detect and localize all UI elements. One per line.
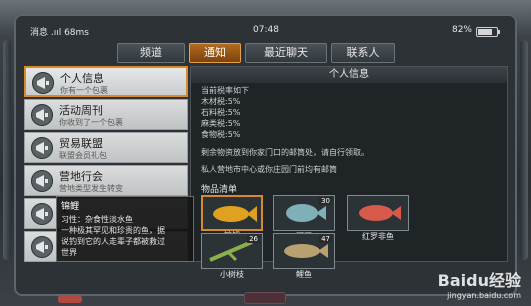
list-item-weekly-events[interactable]: 活动周刊 你收到了一个包裹 [24, 99, 188, 130]
tab-bar: 频道 通知 最近聊天 联系人 [117, 43, 395, 63]
list-item-subtitle: 营地类型发生转变 [59, 184, 123, 193]
tab-recent-chat[interactable]: 最近聊天 [245, 43, 327, 63]
list-item-subtitle: 你有一个包裹 [60, 86, 108, 95]
tooltip-line: 说钓到它的人走辈子都被救过 [61, 237, 165, 246]
red-tilapia-icon [359, 205, 401, 221]
item-slot-pufferfish[interactable]: 30 河豚 [273, 195, 335, 241]
message-line: 剩余物资放到你家门口的邮筒处，请自行领取。 [201, 148, 369, 157]
tooltip-line: 一种极其罕见和珍贵的鱼，据 [61, 226, 165, 235]
panel-body: 当前税率如下 木材税:5% 石料税:5% 麻类税:5% 食物税:5% 剩余物资放… [201, 85, 497, 195]
item-count: 30 [319, 197, 332, 205]
megaphone-icon [31, 137, 53, 159]
battery-icon [476, 27, 500, 37]
tooltip-line: 习性：杂食性淡水鱼 [61, 215, 133, 224]
back-button[interactable] [58, 295, 82, 303]
status-time: 07:48 [253, 25, 279, 35]
item-slot-red-tilapia[interactable]: 红罗非鱼 [347, 195, 409, 241]
tooltip-title: 锦鲤 [61, 202, 80, 212]
megaphone-icon [31, 104, 53, 126]
list-item-trade-alliance[interactable]: 贸易联盟 联盟会员礼包 [24, 132, 188, 163]
tax-line: 木材税:5% [201, 97, 241, 106]
tooltip-line: 世界 [61, 248, 77, 257]
tab-notification[interactable]: 通知 [189, 43, 241, 63]
item-name: 红罗非鱼 [362, 232, 394, 241]
item-grid: 锦鲤 30 河豚 红罗非鱼 26 小树枝 47 [201, 195, 501, 279]
list-item-subtitle: 你收到了一个包裹 [59, 118, 123, 127]
list-item-title: 营地行会 [59, 170, 103, 183]
list-item-title: 个人信息 [60, 72, 104, 85]
megaphone-icon [31, 203, 53, 225]
list-item-title: 贸易联盟 [59, 137, 103, 150]
frame-left-edge [3, 40, 11, 260]
item-count: 26 [247, 235, 260, 243]
status-bar: 消息 .ııl 68ms 07:48 82% [24, 24, 508, 38]
watermark-brand: Baidu经验 [437, 271, 521, 290]
tax-line: 石料税:5% [201, 108, 241, 117]
item-slot-koi[interactable]: 锦鲤 [201, 195, 263, 240]
koi-fish-icon [213, 206, 257, 222]
watermark: Baidu经验 jingyan.baidu.com [438, 267, 521, 300]
frame-right-edge [520, 40, 528, 260]
list-item-personal-info[interactable]: 个人信息 你有一个包裹 [24, 66, 188, 97]
panel-title: 个人信息 [191, 67, 507, 83]
list-item-camp-guild[interactable]: 营地行会 营地类型发生转变 [24, 165, 188, 196]
home-button[interactable] [244, 292, 286, 304]
item-slot-carp[interactable]: 47 鲤鱼 [273, 233, 335, 279]
message-line: 私人营地市中心或你庄园门前均有邮筒 [201, 165, 337, 174]
message-panel: 个人信息 当前税率如下 木材税:5% 石料税:5% 麻类税:5% 食物税:5% … [190, 66, 508, 279]
list-item-title: 活动周刊 [59, 104, 103, 117]
tab-channel[interactable]: 频道 [117, 43, 185, 63]
items-title: 物品清单 [201, 185, 238, 195]
megaphone-icon [32, 72, 54, 94]
item-name: 鲤鱼 [296, 270, 312, 279]
item-count: 47 [319, 235, 332, 243]
tax-line: 当前税率如下 [201, 86, 249, 95]
megaphone-icon [31, 170, 53, 192]
status-battery-text: 82% [451, 25, 472, 35]
item-tooltip: 锦鲤 习性：杂食性淡水鱼 一种极其罕见和珍贵的鱼，据 说钓到它的人走辈子都被救过… [56, 196, 194, 262]
tax-line: 食物税:5% [201, 130, 241, 139]
tab-contacts[interactable]: 联系人 [331, 43, 395, 63]
item-name: 小树枝 [220, 270, 244, 279]
item-slot-twig[interactable]: 26 小树枝 [201, 233, 263, 279]
list-item-subtitle: 联盟会员礼包 [59, 151, 107, 160]
watermark-url: jingyan.baidu.com [447, 291, 521, 300]
megaphone-icon [31, 236, 53, 258]
tax-line: 麻类税:5% [201, 119, 241, 128]
